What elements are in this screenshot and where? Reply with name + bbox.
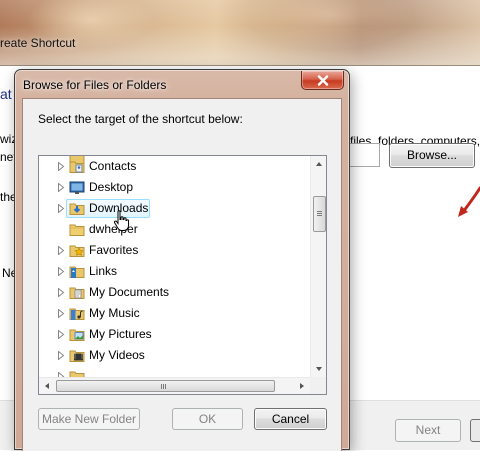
- ok-button[interactable]: OK: [172, 408, 243, 430]
- vertical-scroll-thumb[interactable]: [313, 196, 326, 232]
- annotation-arrow-icon: [458, 186, 480, 217]
- background-window-titlebar: reate Shortcut: [0, 0, 480, 66]
- tree-item-label: My Videos: [89, 348, 145, 362]
- documents-icon: [69, 287, 85, 299]
- tree-item-downloads[interactable]: Downloads: [39, 198, 311, 219]
- horizontal-scrollbar[interactable]: [39, 377, 310, 394]
- close-icon: [317, 75, 329, 86]
- tree-item-my-documents[interactable]: My Documents: [39, 282, 311, 303]
- background-window-title: reate Shortcut: [0, 36, 76, 50]
- downloads-icon: [69, 203, 85, 215]
- tree-item-label: Links: [89, 264, 118, 278]
- expand-arrow-icon[interactable]: [57, 351, 65, 360]
- scroll-down-icon[interactable]: [316, 367, 322, 371]
- cancel-button[interactable]: Cancel: [254, 408, 327, 430]
- scrollbar-corner: [310, 377, 326, 394]
- tree-item-label: My Documents: [89, 285, 170, 299]
- dialog-client-area: Select the target of the shortcut below:…: [22, 98, 342, 451]
- tree-item-my-videos[interactable]: My Videos: [39, 345, 311, 366]
- make-new-folder-button[interactable]: Make New Folder: [38, 408, 140, 430]
- favorites-icon: [69, 245, 85, 257]
- tree-item-label: My Music: [89, 306, 140, 320]
- tree-item-label: My Pictures: [89, 327, 152, 341]
- background-cancel-button[interactable]: [470, 419, 480, 442]
- tree-item-favorites[interactable]: Favorites: [39, 240, 311, 261]
- expand-arrow-icon[interactable]: [57, 267, 65, 276]
- browse-dialog: Browse for Files or Folders Select the t…: [14, 69, 350, 451]
- desktop-icon: [69, 181, 85, 194]
- horizontal-scroll-thumb[interactable]: [56, 380, 275, 392]
- expand-arrow-icon[interactable]: [57, 288, 65, 297]
- tree-item-contacts[interactable]: Contacts: [39, 156, 311, 177]
- vertical-scrollbar[interactable]: [310, 156, 326, 377]
- tree-item-label: Favorites: [89, 243, 139, 257]
- tree-item-my-pictures[interactable]: My Pictures: [39, 324, 311, 345]
- pictures-icon: [69, 329, 85, 341]
- scroll-right-icon[interactable]: [300, 383, 304, 389]
- expand-arrow-icon[interactable]: [57, 204, 65, 213]
- music-icon: [69, 308, 85, 320]
- expand-arrow-icon[interactable]: [57, 309, 65, 318]
- contacts-icon: [69, 161, 85, 173]
- tree-item-my-music[interactable]: My Music: [39, 303, 311, 324]
- wizard-heading: at: [0, 86, 12, 102]
- scroll-up-icon[interactable]: [316, 162, 322, 166]
- dialog-title: Browse for Files or Folders: [23, 78, 167, 92]
- expand-arrow-icon[interactable]: [57, 162, 65, 171]
- tree-item-desktop[interactable]: Desktop: [39, 177, 311, 198]
- next-button[interactable]: Next: [395, 419, 461, 442]
- expand-arrow-icon[interactable]: [57, 183, 65, 192]
- hand-cursor-icon: [113, 210, 129, 231]
- folder-icon: [69, 224, 85, 236]
- scroll-left-icon[interactable]: [45, 383, 49, 389]
- expand-arrow-icon[interactable]: [57, 330, 65, 339]
- browse-button[interactable]: Browse...: [389, 143, 475, 168]
- close-button[interactable]: [301, 71, 344, 90]
- dialog-instruction: Select the target of the shortcut below:: [38, 112, 243, 126]
- tree-item-label: Desktop: [89, 180, 134, 194]
- tree-item-dwhelper[interactable]: dwhelper: [39, 219, 311, 240]
- tree-item-links[interactable]: Links: [39, 261, 311, 282]
- videos-icon: [69, 350, 85, 362]
- tree-item-label: Contacts: [89, 159, 137, 173]
- location-input[interactable]: [346, 143, 380, 167]
- links-icon: [69, 266, 85, 278]
- folder-tree[interactable]: Contacts Desktop Downloads dwhelper Favo…: [38, 155, 327, 395]
- expand-arrow-icon[interactable]: [57, 246, 65, 255]
